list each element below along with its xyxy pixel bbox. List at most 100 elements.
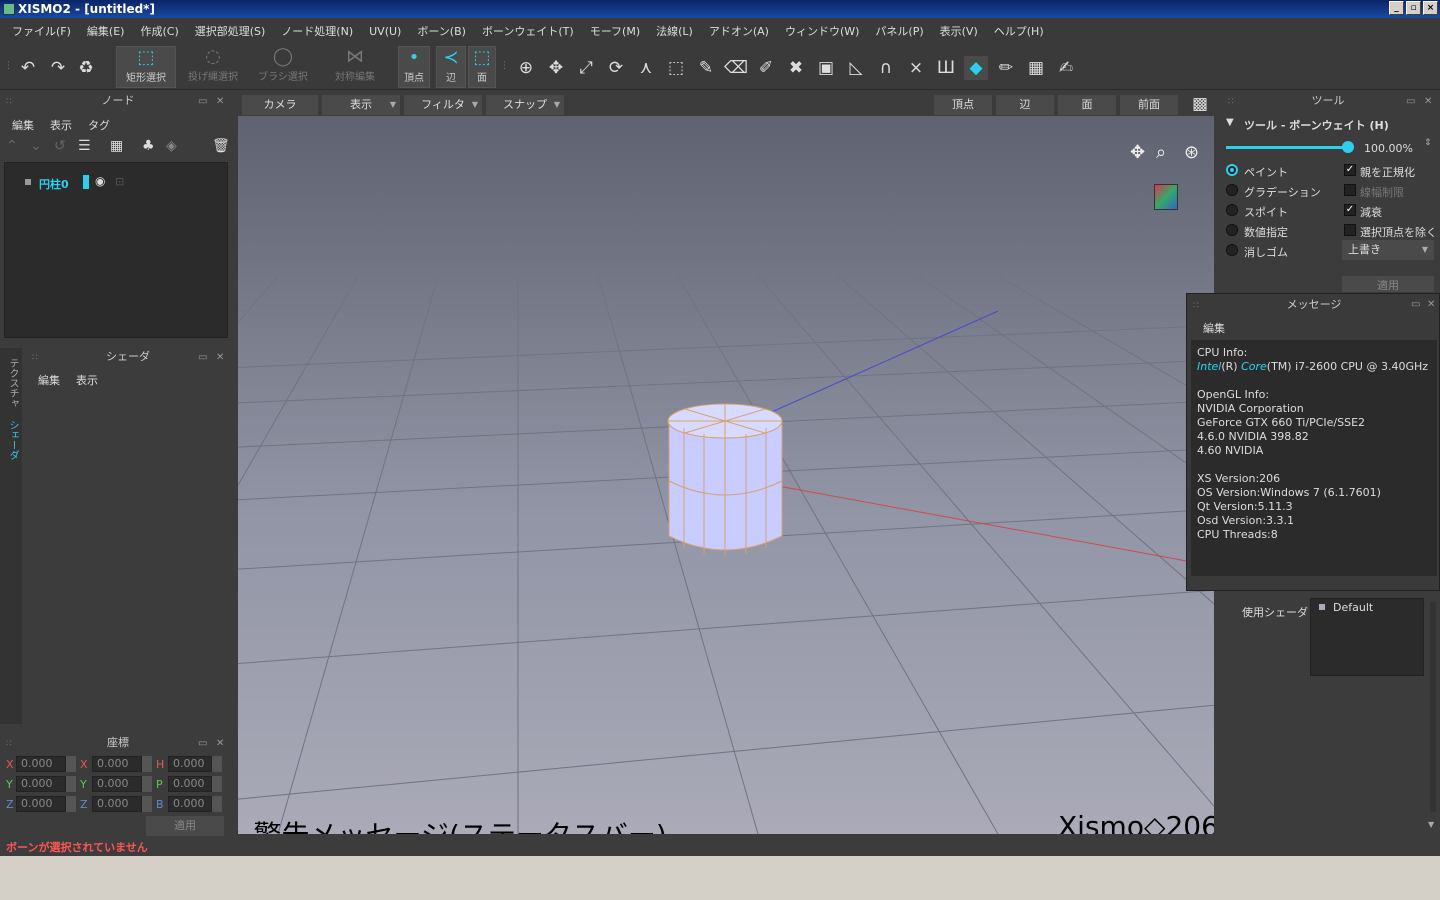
shader-item-default[interactable]: Default [1333, 601, 1373, 614]
menu-selection[interactable]: 選択部処理(S) [187, 23, 274, 39]
view-edge-button[interactable]: 辺 [996, 95, 1054, 115]
shader-list[interactable]: Default [1310, 598, 1424, 676]
gradation-radio[interactable] [1226, 184, 1238, 196]
pos-y-field[interactable]: 0.000 [16, 776, 66, 792]
view-face-button[interactable]: 面 [1058, 95, 1116, 115]
menu-view[interactable]: 表示(V) [932, 23, 986, 39]
coord-apply-button[interactable]: 適用 [146, 816, 224, 836]
eyedropper-radio[interactable] [1226, 204, 1238, 216]
node-panel-close-icon[interactable]: ✕ [216, 96, 224, 107]
rect-select-button[interactable]: ⬚ 矩形選択 [116, 46, 176, 88]
orbit-icon[interactable]: ⊛ [1184, 142, 1199, 163]
shader-panel-close-icon[interactable]: ✕ [216, 352, 224, 363]
p-field[interactable]: 0.000 [168, 776, 212, 792]
pan-icon[interactable]: ✥ [1130, 142, 1145, 163]
box-icon[interactable]: ◈ [166, 138, 177, 154]
axis-icon[interactable]: ⋏ [634, 56, 658, 80]
strength-value[interactable]: 100.00% [1364, 142, 1413, 155]
node-row[interactable]: 円柱0 ◉ ⊡ [5, 174, 227, 192]
snap-dropdown[interactable]: スナップ ▼ [486, 95, 564, 115]
menu-help[interactable]: ヘルプ(H) [986, 23, 1052, 39]
h-spin[interactable] [212, 756, 222, 772]
menu-boneweight[interactable]: ボーンウェイト(T) [474, 23, 582, 39]
visibility-eye-icon[interactable]: ◉ [95, 174, 105, 188]
strength-slider[interactable] [1226, 146, 1352, 149]
cylinder-mesh[interactable] [667, 403, 783, 556]
pen-icon[interactable]: ✎ [694, 56, 718, 80]
rot-x-spin[interactable] [142, 756, 152, 772]
sym-edit-button[interactable]: ⋈ 対称編集 [328, 46, 382, 88]
tab-shader[interactable]: シェーダ [2, 420, 20, 460]
mode-dropdown[interactable]: 上書き ▼ [1342, 240, 1434, 260]
maximize-button[interactable]: ▫ [1406, 1, 1421, 15]
up-arrow-icon[interactable]: ⌃ [6, 138, 18, 154]
refresh-icon[interactable]: ↺ [54, 138, 66, 154]
lasso-select-button[interactable]: ◌ 投げ縄選択 [184, 46, 242, 88]
eraser-icon[interactable]: ⌫ [724, 56, 748, 80]
menu-node[interactable]: ノード処理(N) [273, 23, 361, 39]
arch-icon[interactable]: ∩ [874, 56, 898, 80]
rot-y-field[interactable]: 0.000 [92, 776, 142, 792]
normalize-parent-checkbox[interactable]: ✓ [1344, 164, 1356, 176]
down-arrow-icon[interactable]: ⌄ [30, 138, 42, 154]
3d-viewport[interactable]: ✥ ⌕ ⊛ ←警告メッセージ(ステータスバー) Xismo◇206 [238, 116, 1214, 834]
shader-panel-float-icon[interactable]: ▭ [198, 352, 207, 363]
shader-menu-view[interactable]: 表示 [76, 372, 98, 388]
brush-tool-icon[interactable]: ✏ [994, 56, 1018, 80]
menu-addon[interactable]: アドオン(A) [701, 23, 777, 39]
zoom-icon[interactable]: ⌕ [1156, 142, 1166, 163]
trash-icon[interactable]: 🗑 [212, 138, 230, 154]
undo-icon[interactable]: ↶ [16, 56, 40, 80]
falloff-checkbox[interactable]: ✓ [1344, 204, 1356, 216]
cube-grid-icon[interactable]: ▣ [814, 56, 838, 80]
tab-texture[interactable]: テクスチャ [2, 358, 20, 408]
grid-icon[interactable]: ▦ [110, 138, 123, 154]
node-name[interactable]: 円柱0 [39, 176, 69, 192]
edit-note-icon[interactable]: ✍ [1054, 56, 1078, 80]
pos-y-spin[interactable] [66, 776, 76, 792]
move-icon[interactable]: ✥ [544, 56, 568, 80]
pos-x-spin[interactable] [66, 756, 76, 772]
rotate-icon[interactable]: ⟳ [604, 56, 628, 80]
h-field[interactable]: 0.000 [168, 756, 212, 772]
menu-uv[interactable]: UV(U) [361, 25, 409, 38]
node-menu-tag[interactable]: タグ [88, 117, 110, 133]
menu-window[interactable]: ウィンドウ(W) [777, 23, 867, 39]
rot-z-spin[interactable] [142, 796, 152, 812]
front-view-button[interactable]: 前面 [1120, 95, 1178, 115]
node-panel-float-icon[interactable]: ▭ [198, 96, 207, 107]
right-scrollbar[interactable] [1430, 602, 1436, 812]
coord-panel-close-icon[interactable]: ✕ [216, 738, 224, 749]
face-mode-button[interactable]: ⬚ 面 [468, 46, 496, 88]
tool-panel-float-icon[interactable]: ▭ [1406, 96, 1415, 107]
marquee-icon[interactable]: ⬚ [664, 56, 688, 80]
toolbar-grip-2[interactable]: ⋮ [500, 62, 509, 71]
node-expand-icon[interactable] [25, 179, 31, 185]
menu-morph[interactable]: モーフ(M) [582, 23, 648, 39]
toolbar-grip[interactable]: ⋮ [4, 62, 13, 71]
node-menu-edit[interactable]: 編集 [12, 117, 34, 133]
message-panel-float-icon[interactable]: ▭ [1411, 299, 1420, 310]
spin-updown-icon[interactable]: ⇕ [1424, 138, 1432, 148]
group-icon[interactable]: ♣ [142, 138, 155, 154]
globe-icon[interactable]: ⊕ [514, 56, 538, 80]
eraser-radio[interactable] [1226, 244, 1238, 256]
bevel-icon[interactable]: ◺ [844, 56, 868, 80]
scroll-down-icon[interactable]: ▼ [1428, 820, 1434, 829]
recycle-icon[interactable]: ♻ [74, 56, 98, 80]
paint-radio[interactable] [1226, 164, 1238, 176]
message-menu-edit[interactable]: 編集 [1203, 320, 1225, 336]
rot-y-spin[interactable] [142, 776, 152, 792]
b-spin[interactable] [212, 796, 222, 812]
numeric-radio[interactable] [1226, 224, 1238, 236]
line-width-checkbox[interactable] [1344, 184, 1356, 196]
menu-create[interactable]: 作成(C) [132, 23, 186, 39]
message-panel-close-icon[interactable]: ✕ [1427, 299, 1435, 310]
tool-apply-button[interactable]: 適用 [1342, 276, 1434, 292]
b-field[interactable]: 0.000 [168, 796, 212, 812]
close-button[interactable]: × [1423, 1, 1438, 15]
exclude-selected-checkbox[interactable] [1344, 224, 1356, 236]
slider-knob[interactable] [1342, 141, 1355, 153]
p-spin[interactable] [212, 776, 222, 792]
axis-cube-gizmo[interactable] [1154, 184, 1178, 210]
